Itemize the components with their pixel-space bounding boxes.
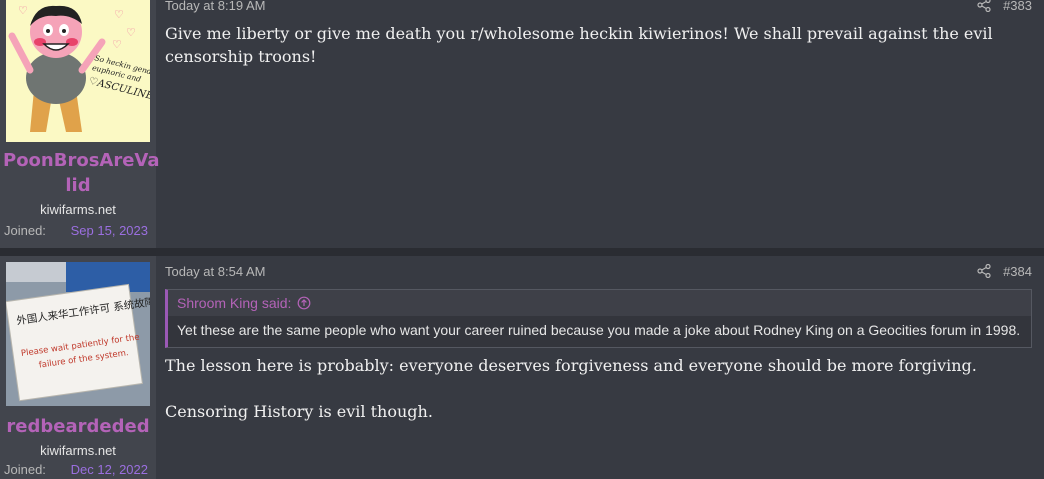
post-body: The lesson here is probably: everyone de… xyxy=(165,354,1032,423)
avatar[interactable]: ♡ ♡ ♡ ♡ So heckin gender euphoric and ♡A… xyxy=(6,0,150,142)
user-cell: 外国人来华工作许可 系统故障,请耐心等待 Please wait patient… xyxy=(0,256,156,479)
username-line-2[interactable]: lid xyxy=(65,175,90,196)
post-meta: Today at 8:19 AM #383 xyxy=(165,0,1032,14)
quote-author[interactable]: Shroom King said: xyxy=(177,295,291,311)
arrow-up-circle-icon[interactable] xyxy=(297,296,311,310)
post-timestamp[interactable]: Today at 8:19 AM xyxy=(165,0,265,13)
joined-label: Joined: xyxy=(4,223,46,238)
user-title: kiwifarms.net xyxy=(40,443,116,458)
avatar-image: ♡ ♡ ♡ ♡ So heckin gender euphoric and ♡A… xyxy=(6,0,150,142)
post-383: ♡ ♡ ♡ ♡ So heckin gender euphoric and ♡A… xyxy=(0,0,1044,248)
avatar[interactable]: 外国人来华工作许可 系统故障,请耐心等待 Please wait patient… xyxy=(6,262,150,406)
post-main: Today at 8:54 AM #384 Shroom King said: xyxy=(156,256,1044,479)
post-number[interactable]: #383 xyxy=(1003,0,1032,13)
post-paragraph: The lesson here is probably: everyone de… xyxy=(165,356,977,375)
post-384: 外国人来华工作许可 系统故障,请耐心等待 Please wait patient… xyxy=(0,256,1044,479)
post-timestamp[interactable]: Today at 8:54 AM xyxy=(165,264,265,279)
quote-body: Yet these are the same people who want y… xyxy=(168,316,1031,347)
username[interactable]: redbeardeded xyxy=(3,414,153,439)
username-line-1[interactable]: PoonBrosAreVa xyxy=(3,150,160,171)
user-title: kiwifarms.net xyxy=(40,202,116,217)
post-paragraph: Censoring History is evil though. xyxy=(165,402,433,421)
post-number[interactable]: #384 xyxy=(1003,264,1032,279)
user-cell: ♡ ♡ ♡ ♡ So heckin gender euphoric and ♡A… xyxy=(0,0,160,248)
post-actions: #383 xyxy=(977,0,1032,13)
post-meta: Today at 8:54 AM #384 xyxy=(165,262,1032,280)
joined-label: Joined: xyxy=(4,462,46,477)
post-actions: #384 xyxy=(977,264,1032,279)
svg-text:♡: ♡ xyxy=(112,38,122,51)
quote-header[interactable]: Shroom King said: xyxy=(168,290,1031,316)
quote-block: Shroom King said: Yet these are the same… xyxy=(165,289,1032,348)
share-icon[interactable] xyxy=(977,0,991,12)
joined-row: Joined: Sep 15, 2023 xyxy=(4,223,148,238)
post-body: Give me liberty or give me death you r/w… xyxy=(165,24,993,66)
svg-text:♡: ♡ xyxy=(18,4,28,17)
post-main: Today at 8:19 AM #383 Give me liberty or… xyxy=(156,0,1044,248)
joined-date: Dec 12, 2022 xyxy=(70,462,148,477)
username[interactable]: PoonBrosAreVa lid xyxy=(3,148,160,198)
svg-text:♡: ♡ xyxy=(114,8,124,21)
share-icon[interactable] xyxy=(977,264,991,278)
joined-row: Joined: Dec 12, 2022 xyxy=(4,462,148,477)
svg-text:♡: ♡ xyxy=(126,26,136,39)
joined-date: Sep 15, 2023 xyxy=(70,223,148,238)
avatar-image: 外国人来华工作许可 系统故障,请耐心等待 Please wait patient… xyxy=(6,262,150,406)
